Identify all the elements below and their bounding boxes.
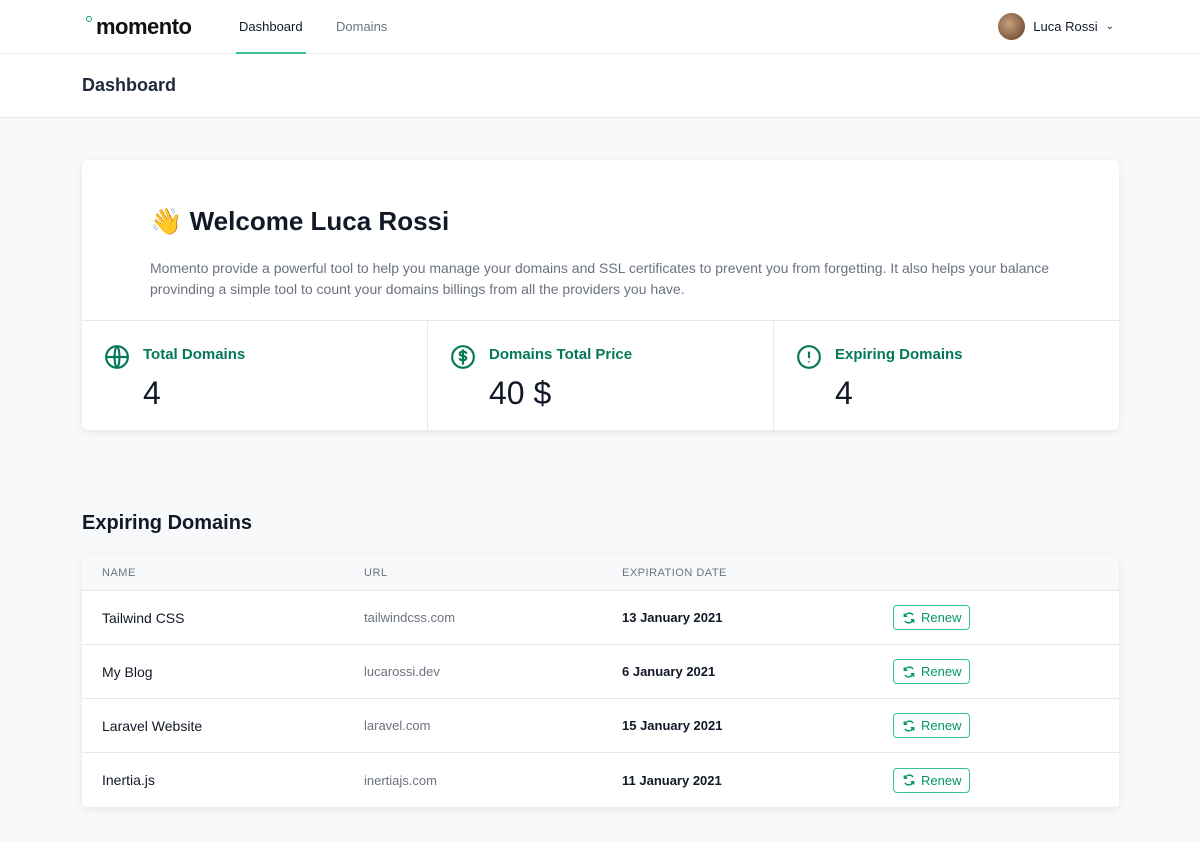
domain-url: lucarossi.dev <box>364 664 440 679</box>
nav-domains[interactable]: Domains <box>336 0 387 54</box>
col-name: NAME <box>102 567 136 579</box>
col-url: URL <box>364 567 388 579</box>
intro-text: Momento provide a powerful tool to help … <box>150 260 1050 297</box>
refresh-icon <box>903 611 915 624</box>
expiration-date: 6 January 2021 <box>622 664 716 679</box>
welcome-title: 👋 Welcome Luca Rossi <box>150 206 450 236</box>
renew-button[interactable]: Renew <box>893 713 971 738</box>
welcome-card: 👋 Welcome Luca Rossi Momento provide a p… <box>82 160 1119 430</box>
dollar-icon <box>451 345 475 369</box>
expiration-date: 11 January 2021 <box>622 772 722 788</box>
wave-icon: 👋 <box>150 206 183 236</box>
chevron-down-icon: ⌄ <box>1105 21 1114 32</box>
user-menu[interactable]: Luca Rossi ⌄ <box>998 13 1114 40</box>
refresh-icon <box>903 719 915 732</box>
table-row: My Blog lucarossi.dev 6 January 2021 Ren… <box>82 645 1119 699</box>
page-title: Dashboard <box>0 54 1200 118</box>
expiring-heading: Expiring Domains <box>82 512 253 534</box>
expiration-date: 15 January 2021 <box>622 718 723 733</box>
stat-total-price: Domains Total Price 40 $ <box>428 321 774 430</box>
user-name: Luca Rossi <box>1033 19 1098 34</box>
table-row: Inertia.js inertiajs.com 11 January 2021… <box>82 753 1119 807</box>
domain-name: My Blog <box>102 663 153 680</box>
avatar <box>998 13 1026 40</box>
domain-url: inertiajs.com <box>364 772 437 788</box>
domain-url: tailwindcss.com <box>364 610 456 625</box>
domain-url: laravel.com <box>364 718 431 733</box>
stat-expiring: Expiring Domains 4 <box>774 321 1119 430</box>
table-row: Laravel Website laravel.com 15 January 2… <box>82 699 1119 753</box>
table-row: Tailwind CSS tailwindcss.com 13 January … <box>82 591 1119 645</box>
domain-name: Laravel Website <box>102 717 203 734</box>
domain-name: Tailwind CSS <box>102 609 185 626</box>
exclamation-icon <box>797 345 821 369</box>
renew-button[interactable]: Renew <box>893 767 971 793</box>
renew-button[interactable]: Renew <box>893 605 971 630</box>
domain-name: Inertia.js <box>102 772 155 788</box>
top-nav: momento Dashboard Domains Luca Rossi ⌄ <box>0 0 1200 54</box>
refresh-icon <box>903 774 915 786</box>
logo[interactable]: momento <box>86 14 192 40</box>
renew-button[interactable]: Renew <box>893 659 971 684</box>
expiration-date: 13 January 2021 <box>622 610 723 625</box>
col-date: EXPIRATION DATE <box>622 567 727 579</box>
refresh-icon <box>903 665 915 678</box>
globe-icon <box>105 345 129 369</box>
nav-dashboard[interactable]: Dashboard <box>236 0 306 54</box>
expiring-table: NAME URL EXPIRATION DATE Tailwind CSS ta… <box>82 556 1119 807</box>
stat-total-domains: Total Domains 4 <box>82 321 428 430</box>
